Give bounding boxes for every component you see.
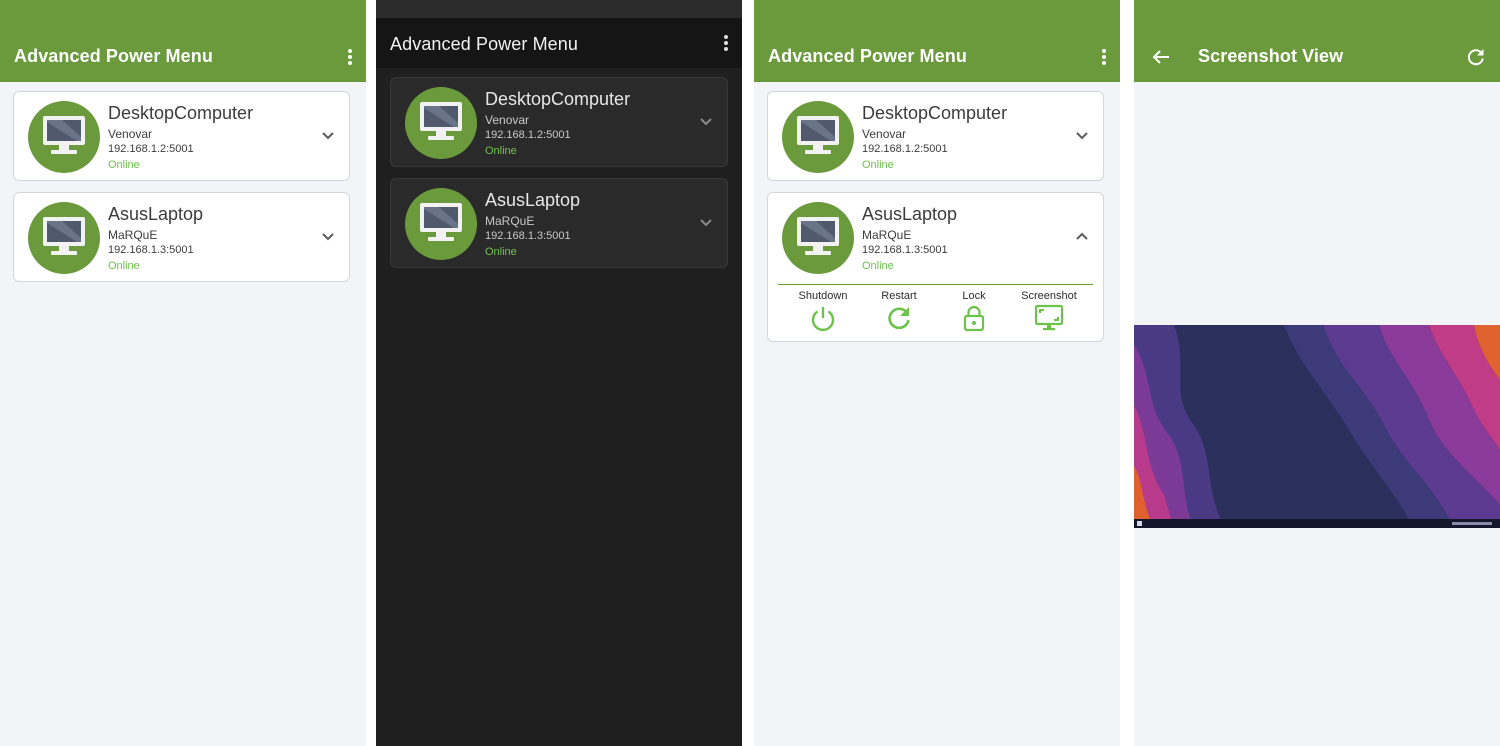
chevron-down-icon[interactable] [1075, 130, 1089, 140]
computer-icon [782, 101, 854, 173]
device-address: 192.168.1.2:5001 [485, 129, 571, 141]
device-name: DesktopComputer [485, 89, 631, 109]
screenshot-image [1134, 325, 1500, 528]
app-bar: Advanced Power Menu [754, 0, 1120, 82]
screenshot-icon [1034, 304, 1064, 331]
app-title: Screenshot View [1198, 46, 1344, 66]
arrow-back-icon[interactable] [1152, 49, 1170, 65]
device-user: Venovar [862, 127, 907, 141]
refresh-icon[interactable] [1466, 47, 1486, 67]
screen-screenshot-view: Screenshot View [1134, 0, 1500, 746]
computer-icon [405, 87, 477, 159]
app-bar: Advanced Power Menu [0, 0, 366, 82]
screen-device-list-dark: Advanced Power Menu DesktopComputer Veno… [376, 0, 742, 746]
overflow-menu-icon[interactable] [1102, 49, 1106, 65]
restart-label: Restart [881, 290, 917, 302]
device-card-expanded[interactable]: AsusLaptop MaRQuE 192.168.1.3:5001 Onlin… [767, 192, 1104, 342]
computer-icon [28, 202, 100, 274]
device-user: MaRQuE [862, 228, 912, 242]
app-title: Advanced Power Menu [390, 34, 579, 54]
screenshot-label: Screenshot [1021, 290, 1077, 302]
chevron-down-icon[interactable] [321, 231, 335, 241]
device-address: 192.168.1.3:5001 [862, 244, 948, 256]
overflow-menu-icon[interactable] [724, 35, 728, 51]
lock-button[interactable]: Lock [938, 290, 1010, 332]
chevron-up-icon[interactable] [1075, 231, 1089, 241]
lock-label: Lock [962, 290, 986, 302]
computer-icon [28, 101, 100, 173]
lock-icon [963, 305, 985, 332]
device-address: 192.168.1.3:5001 [108, 244, 194, 256]
status-online: Online [108, 260, 140, 272]
device-card[interactable]: AsusLaptop MaRQuE 192.168.1.3:5001 Onlin… [390, 178, 728, 268]
device-card[interactable]: DesktopComputer Venovar 192.168.1.2:5001… [767, 91, 1104, 181]
device-address: 192.168.1.2:5001 [108, 143, 194, 155]
app-bar: Screenshot View [1134, 0, 1500, 82]
device-name: DesktopComputer [108, 103, 254, 123]
chevron-down-icon[interactable] [699, 217, 713, 227]
power-icon [811, 307, 835, 332]
status-online: Online [485, 145, 517, 157]
chevron-down-icon[interactable] [699, 116, 713, 126]
restart-icon [888, 307, 910, 330]
device-name: DesktopComputer [862, 103, 1008, 123]
screen-device-list-light: Advanced Power Menu DesktopComputer Veno… [0, 0, 366, 746]
divider [778, 284, 1093, 285]
status-online: Online [862, 159, 894, 171]
device-user: MaRQuE [108, 228, 158, 242]
device-user: MaRQuE [485, 214, 535, 228]
status-online: Online [108, 159, 140, 171]
device-card[interactable]: DesktopComputer Venovar 192.168.1.2:5001… [13, 91, 350, 181]
app-bar: Advanced Power Menu [376, 18, 742, 68]
device-name: AsusLaptop [862, 204, 958, 224]
device-name: AsusLaptop [108, 204, 204, 224]
device-card[interactable]: AsusLaptop MaRQuE 192.168.1.3:5001 Onlin… [13, 192, 350, 282]
screen-device-actions: Advanced Power Menu DesktopComputer Veno… [754, 0, 1120, 746]
overflow-menu-icon[interactable] [348, 49, 352, 65]
app-title: Advanced Power Menu [14, 46, 213, 66]
device-card[interactable]: DesktopComputer Venovar 192.168.1.2:5001… [390, 77, 728, 167]
restart-button[interactable]: Restart [863, 290, 935, 332]
status-bar [376, 0, 742, 18]
shutdown-label: Shutdown [798, 290, 848, 302]
device-name: AsusLaptop [485, 190, 581, 210]
app-title: Advanced Power Menu [768, 46, 967, 66]
device-user: Venovar [485, 113, 530, 127]
status-online: Online [862, 260, 894, 272]
screenshot-button[interactable]: Screenshot [1013, 290, 1085, 332]
device-address: 192.168.1.3:5001 [485, 230, 571, 242]
device-address: 192.168.1.2:5001 [862, 143, 948, 155]
computer-icon [782, 202, 854, 274]
status-online: Online [485, 246, 517, 258]
shutdown-button[interactable]: Shutdown [787, 290, 859, 332]
chevron-down-icon[interactable] [321, 130, 335, 140]
device-user: Venovar [108, 127, 153, 141]
computer-icon [405, 188, 477, 260]
